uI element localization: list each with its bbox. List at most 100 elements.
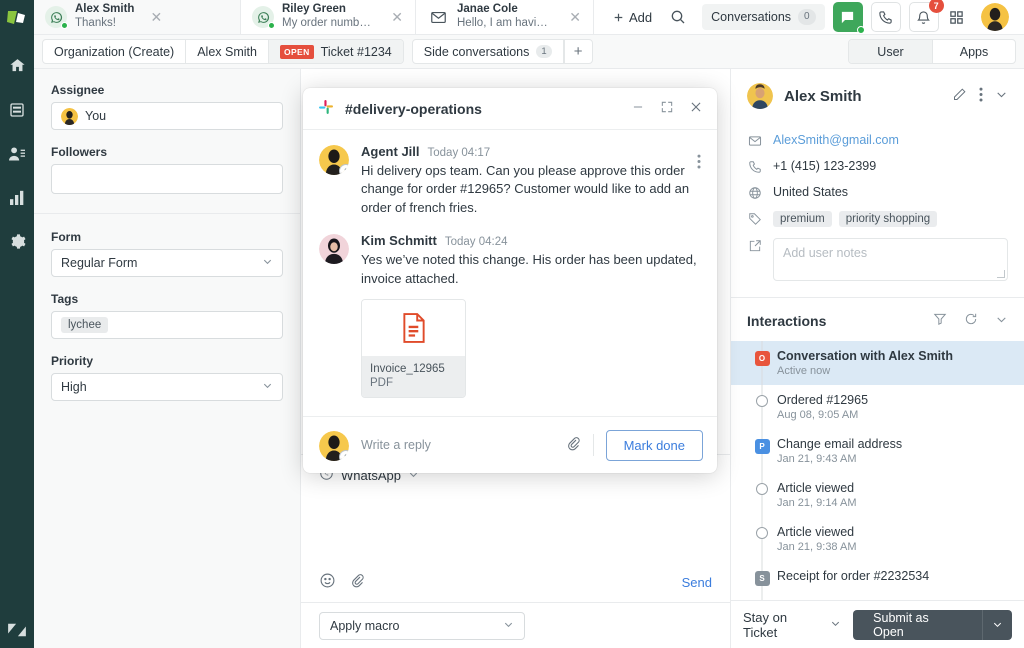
interaction-time: Jan 21, 9:14 AM bbox=[777, 497, 857, 509]
tab-label: User bbox=[877, 44, 904, 59]
sidebar-item-settings[interactable] bbox=[0, 221, 34, 265]
list-item[interactable]: Ordered #12965 Aug 08, 9:05 AM bbox=[731, 373, 1024, 441]
contacts-icon bbox=[8, 146, 26, 165]
composer-input-area[interactable]: Send bbox=[301, 484, 730, 602]
divider bbox=[34, 213, 300, 214]
gear-icon bbox=[9, 233, 26, 253]
add-tab-button[interactable]: + bbox=[563, 40, 592, 63]
tag-icon bbox=[747, 211, 762, 226]
submit-bar: Stay on Ticket Submit as Open bbox=[730, 600, 1024, 648]
list-item[interactable]: Article viewed Jan 21, 9:38 AM bbox=[731, 505, 1024, 573]
chevron-down-icon[interactable] bbox=[995, 313, 1008, 329]
close-icon[interactable]: ✕ bbox=[561, 10, 583, 24]
tab-label: Alex Smith bbox=[197, 44, 257, 59]
side-conversation-title: #delivery-operations bbox=[345, 100, 482, 117]
chevron-down-icon bbox=[262, 380, 273, 394]
conversations-pill[interactable]: Conversations 0 bbox=[702, 4, 825, 30]
user-apps-toggle: User Apps bbox=[848, 39, 1016, 64]
chat-bubble-icon[interactable] bbox=[832, 2, 865, 34]
interaction-title: Conversation with Alex Smith bbox=[777, 349, 953, 363]
agent-badge-icon bbox=[339, 449, 349, 461]
tab-apps[interactable]: Apps bbox=[932, 40, 1015, 63]
avatar[interactable] bbox=[980, 3, 1009, 31]
send-button[interactable]: Send bbox=[682, 575, 712, 590]
sidebar-item-inbox[interactable] bbox=[0, 89, 34, 133]
whatsapp-avatar bbox=[45, 6, 68, 29]
add-conversation-button[interactable]: Add bbox=[604, 6, 660, 29]
brand-logo-icon[interactable] bbox=[6, 9, 28, 32]
form-select[interactable]: Regular Form bbox=[51, 249, 283, 277]
paperclip-icon[interactable] bbox=[350, 573, 365, 591]
user-email[interactable]: AlexSmith@gmail.com bbox=[773, 133, 899, 147]
pencil-icon[interactable] bbox=[952, 87, 967, 105]
priority-select[interactable]: High bbox=[51, 373, 283, 401]
tags-field[interactable]: lychee bbox=[51, 311, 283, 339]
followers-field[interactable] bbox=[51, 164, 283, 194]
attachment-card[interactable]: Invoice_12965 PDF bbox=[361, 299, 466, 399]
conversation-tab-janae-cole[interactable]: Janae Cole Hello, I am having an is... ✕ bbox=[416, 0, 594, 34]
user-tags-row: premium priority shopping bbox=[747, 211, 1008, 227]
interaction-time: Active now bbox=[777, 365, 831, 377]
circle-node-icon bbox=[756, 395, 768, 407]
close-icon[interactable]: ✕ bbox=[142, 10, 164, 24]
grid-apps-icon[interactable] bbox=[943, 3, 971, 31]
assignee-field[interactable]: You bbox=[51, 102, 283, 130]
kebab-icon[interactable] bbox=[979, 87, 983, 105]
sidebar-item-contacts[interactable] bbox=[0, 133, 34, 177]
sidebar-item-reporting[interactable] bbox=[0, 177, 34, 221]
filter-icon[interactable] bbox=[933, 312, 947, 329]
list-item[interactable]: P Change email address Jan 21, 9:43 AM bbox=[731, 417, 1024, 485]
chevron-down-icon[interactable] bbox=[995, 88, 1008, 104]
search-icon[interactable] bbox=[664, 3, 692, 31]
close-icon[interactable] bbox=[689, 100, 703, 117]
submit-as-open-button[interactable]: Submit as Open bbox=[853, 609, 983, 640]
conversation-tab-riley-green[interactable]: Riley Green My order number is 19... ✕ bbox=[241, 0, 416, 34]
list-item[interactable]: O Conversation with Alex Smith Active no… bbox=[731, 341, 1024, 397]
message-text: Yes we’ve noted this change. His order h… bbox=[361, 252, 697, 286]
bell-icon[interactable]: 7 bbox=[908, 0, 944, 32]
list-item[interactable]: Article viewed Jan 21, 9:14 AM bbox=[731, 461, 1024, 529]
priority-label: Priority bbox=[51, 354, 94, 368]
emoji-icon[interactable] bbox=[319, 572, 336, 592]
expand-icon[interactable] bbox=[660, 100, 674, 117]
user-email-row[interactable]: AlexSmith@gmail.com bbox=[747, 133, 1008, 148]
avatar bbox=[319, 430, 349, 461]
message-time: Today 04:17 bbox=[427, 147, 491, 159]
conversation-tab-name: Alex Smith bbox=[75, 3, 135, 16]
tab-user[interactable]: User bbox=[849, 40, 932, 63]
conversations-label: Conversations bbox=[711, 10, 792, 24]
minimize-icon[interactable] bbox=[631, 100, 645, 117]
bar-chart-icon bbox=[9, 190, 26, 208]
zendesk-logo-icon[interactable] bbox=[0, 622, 34, 638]
tab-ticket-1234[interactable]: OPEN Ticket #1234 bbox=[268, 40, 403, 63]
mark-done-button[interactable]: Mark done bbox=[605, 429, 703, 461]
whatsapp-avatar bbox=[252, 6, 275, 29]
paperclip-icon[interactable] bbox=[566, 436, 581, 454]
stay-on-ticket-select[interactable]: Stay on Ticket bbox=[743, 610, 841, 640]
refresh-icon[interactable] bbox=[964, 312, 978, 329]
user-notes-input[interactable]: Add user notes bbox=[773, 238, 1008, 281]
tab-organization-create[interactable]: Organization (Create) bbox=[43, 40, 187, 63]
reply-input[interactable]: Write a reply bbox=[361, 438, 554, 452]
kebab-icon[interactable] bbox=[697, 154, 701, 172]
phone-icon bbox=[747, 159, 762, 174]
interactions-header: Interactions bbox=[731, 297, 1024, 341]
pdf-file-icon bbox=[362, 300, 465, 357]
inbox-icon bbox=[9, 102, 25, 121]
phone-icon[interactable] bbox=[870, 2, 901, 32]
apply-macro-select[interactable]: Apply macro bbox=[319, 611, 525, 640]
sidebar-item-home[interactable] bbox=[0, 45, 34, 89]
conversation-tab-alex-smith[interactable]: Alex Smith Thanks! ✕ bbox=[34, 0, 241, 34]
tab-label: Ticket #1234 bbox=[320, 44, 392, 59]
attachment-type: PDF bbox=[370, 377, 393, 390]
tab-alex-smith[interactable]: Alex Smith bbox=[186, 40, 269, 63]
home-icon bbox=[9, 57, 26, 77]
close-icon[interactable]: ✕ bbox=[383, 10, 405, 24]
ticket-properties-pane: Assignee You Followers Form Regular Form bbox=[34, 69, 301, 648]
message-item: Kim Schmitt Today 04:24 Yes we’ve noted … bbox=[319, 233, 703, 399]
list-item[interactable]: S Receipt for order #2232534 bbox=[731, 549, 1024, 606]
tab-side-conversations[interactable]: Side conversations 1 bbox=[413, 40, 564, 63]
submit-options-caret[interactable] bbox=[982, 609, 1012, 640]
stay-label: Stay on Ticket bbox=[743, 609, 788, 640]
tags-label: Tags bbox=[51, 292, 79, 306]
